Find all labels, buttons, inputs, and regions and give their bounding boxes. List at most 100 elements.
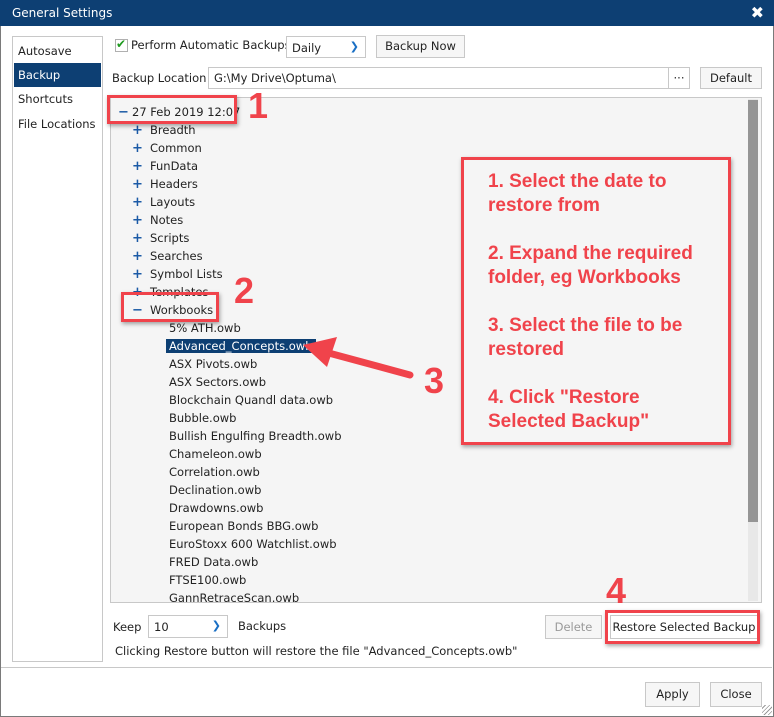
tree-file-label: ASX Pivots.owb (169, 357, 258, 371)
browse-button[interactable]: ··· (668, 67, 690, 89)
tree-folder[interactable]: + Notes (132, 211, 183, 229)
tree-file[interactable]: EuroStoxx 600 Watchlist.owb (166, 535, 340, 553)
tree-folder[interactable]: + Headers (132, 175, 198, 193)
instruction-step-4: 4. Click "Restore Selected Backup" (488, 387, 650, 432)
sidebar-item-shortcuts[interactable]: Shortcuts (14, 87, 101, 111)
auto-backup-checkbox[interactable]: ✔ (115, 37, 128, 52)
expand-icon[interactable]: + (132, 158, 146, 176)
tree-file-label: Drawdowns.owb (169, 501, 264, 515)
tree-file-label: FTSE100.owb (169, 573, 247, 587)
tree-file-label: ASX Sectors.owb (169, 375, 267, 389)
tree-file-label: 5% ATH.owb (169, 321, 241, 335)
annotation-box-date (107, 95, 237, 124)
default-button[interactable]: Default (700, 67, 762, 89)
tree-file[interactable]: FTSE100.owb (166, 571, 249, 589)
chevron-down-icon: ❯ (211, 619, 221, 632)
tree-file[interactable]: Correlation.owb (166, 463, 263, 481)
tree-file-label: Correlation.owb (169, 465, 260, 479)
tree-file[interactable]: FRED Data.owb (166, 553, 261, 571)
frequency-dropdown[interactable]: Daily ❯ (286, 36, 366, 58)
checkmark-icon: ✔ (116, 37, 127, 51)
tree-file[interactable]: Declination.owb (166, 481, 264, 499)
keep-label: Keep (113, 620, 142, 634)
tree-file[interactable]: ASX Pivots.owb (166, 355, 260, 373)
annotation-number-2: 2 (234, 270, 255, 311)
restore-status-text: Clicking Restore button will restore the… (115, 644, 518, 658)
keep-count-value: 10 (154, 620, 169, 634)
tree-folder[interactable]: + Common (132, 139, 202, 157)
resize-grip-icon[interactable] (762, 705, 772, 715)
chevron-down-icon: ❯ (349, 40, 359, 53)
tree-folder[interactable]: + FunData (132, 157, 198, 175)
tree-file[interactable]: ASX Sectors.owb (166, 373, 269, 391)
tree-folder-label: Scripts (150, 231, 190, 245)
tree-file-label: FRED Data.owb (169, 555, 259, 569)
settings-sidebar: Autosave Backup Shortcuts File Locations (12, 36, 103, 662)
tree-folder-label: Headers (150, 177, 198, 191)
tree-file[interactable]: Drawdowns.owb (166, 499, 266, 517)
close-button[interactable]: Close (710, 682, 762, 707)
expand-icon[interactable]: + (132, 122, 146, 140)
tree-file-label: EuroStoxx 600 Watchlist.owb (169, 537, 337, 551)
arrow-head (303, 337, 337, 367)
tree-file-label: Blockchain Quandl data.owb (169, 393, 334, 407)
backup-location-input[interactable]: G:\My Drive\Optuma\ (208, 67, 690, 89)
tree-file-label: European Bonds BBG.owb (169, 519, 319, 533)
tree-folder-label: Notes (150, 213, 184, 227)
keep-count-dropdown[interactable]: 10 ❯ (148, 615, 228, 638)
annotation-arrow-icon (303, 337, 414, 379)
tree-file-label: Advanced_Concepts.owb (166, 339, 316, 353)
instruction-step-1: 1. Select the date to restore from (488, 171, 667, 216)
tree-folder-label: Breadth (150, 123, 196, 137)
auto-backup-label: Perform Automatic Backups (131, 38, 291, 52)
expand-icon[interactable]: + (132, 176, 146, 194)
apply-button[interactable]: Apply (645, 682, 700, 707)
tree-file[interactable]: Blockchain Quandl data.owb (166, 391, 336, 409)
instruction-step-3: 3. Select the file to be restored (488, 315, 683, 360)
annotation-number-4: 4 (606, 570, 627, 611)
expand-icon[interactable]: + (132, 194, 146, 212)
tree-file[interactable]: Bubble.owb (166, 409, 239, 427)
tree-file[interactable]: GannRetraceScan.owb (166, 589, 302, 607)
tree-file[interactable]: European Bonds BBG.owb (166, 517, 321, 535)
backup-now-button[interactable]: Backup Now (376, 35, 465, 58)
backup-location-label: Backup Location (112, 71, 207, 85)
tree-folder-label: FunData (150, 159, 199, 173)
tree-folder[interactable]: + Symbol Lists (132, 265, 223, 283)
sidebar-item-autosave[interactable]: Autosave (14, 39, 101, 63)
tree-file-label: Chameleon.owb (169, 447, 262, 461)
tree-file[interactable]: Chameleon.owb (166, 445, 265, 463)
tree-folder-label: Layouts (150, 195, 196, 209)
instruction-step-2: 2. Expand the required folder, eg Workbo… (488, 243, 693, 288)
footer-divider (1, 667, 772, 668)
backups-label: Backups (238, 619, 287, 633)
title-bar: General Settings ✖ (0, 0, 774, 26)
expand-icon[interactable]: + (132, 140, 146, 158)
tree-file[interactable]: Bullish Engulfing Breadth.owb (166, 427, 345, 445)
expand-icon[interactable]: + (132, 248, 146, 266)
sidebar-item-file-locations[interactable]: File Locations (14, 112, 101, 136)
tree-folder-label: Common (150, 141, 202, 155)
delete-button[interactable]: Delete (545, 615, 602, 639)
annotation-number-1: 1 (248, 85, 269, 126)
instructions-callout: 1. Select the date to restore from 2. Ex… (461, 157, 731, 445)
close-icon[interactable]: ✖ (751, 3, 764, 22)
tree-folder[interactable]: + Scripts (132, 229, 189, 247)
tree-file-label: Declination.owb (169, 483, 262, 497)
window-title: General Settings (12, 6, 113, 20)
frequency-value: Daily (292, 41, 322, 55)
tree-file-label: Bubble.owb (169, 411, 237, 425)
tree-folder[interactable]: + Layouts (132, 193, 195, 211)
expand-icon[interactable]: + (132, 266, 146, 284)
tree-file-label: Bullish Engulfing Breadth.owb (169, 429, 342, 443)
expand-icon[interactable]: + (132, 230, 146, 248)
tree-file[interactable]: Advanced_Concepts.owb (166, 337, 316, 355)
sidebar-item-backup[interactable]: Backup (14, 63, 101, 87)
tree-folder[interactable]: + Searches (132, 247, 203, 265)
tree-scrollbar-thumb[interactable] (748, 100, 758, 522)
tree-file-label: GannRetraceScan.owb (169, 591, 300, 605)
tree-folder-label: Symbol Lists (150, 267, 223, 281)
arrow-shaft (321, 348, 414, 379)
expand-icon[interactable]: + (132, 212, 146, 230)
annotation-box-restore (605, 610, 760, 644)
